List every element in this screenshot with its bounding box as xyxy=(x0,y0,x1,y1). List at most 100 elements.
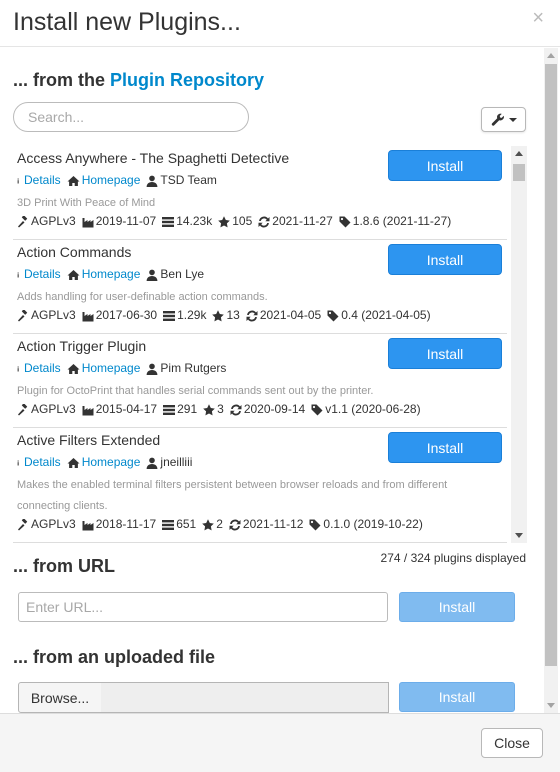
install-button[interactable]: Install xyxy=(388,150,502,181)
plugin-name: Active Filters Extended xyxy=(17,432,161,448)
plugin-stars: 2 xyxy=(216,517,223,531)
wrench-icon xyxy=(491,113,504,126)
tag-icon xyxy=(309,517,323,531)
created-icon xyxy=(82,308,96,322)
plugin-updated: 2021-04-05 xyxy=(259,308,322,322)
scroll-up-icon[interactable] xyxy=(515,151,523,156)
plugin-list: Access Anywhere - The Spaghetti Detectiv… xyxy=(13,146,527,543)
plugin-meta: AGPLv3 2019-11-07 14.23k 105 2021-11-27 1.8.6… xyxy=(17,214,451,228)
home-icon xyxy=(67,173,82,187)
plugin-list-item: Action Trigger Plugin Details Homepage Pim … xyxy=(13,334,507,428)
plugin-list-item: Access Anywhere - The Spaghetti Detectiv… xyxy=(13,146,507,240)
close-icon[interactable]: × xyxy=(532,8,544,28)
plugin-links: Details Homepage TSD Team xyxy=(17,173,217,187)
details-link[interactable]: Details xyxy=(24,361,61,375)
scroll-up-icon[interactable] xyxy=(547,53,555,58)
scroll-thumb[interactable] xyxy=(513,164,525,181)
plugin-list-item: Active Filters Extended Details Homepage jn… xyxy=(13,428,507,543)
plugin-list-scrollbar[interactable] xyxy=(511,146,527,543)
plugin-stars: 3 xyxy=(217,402,224,416)
star-icon xyxy=(203,402,217,416)
install-button[interactable]: Install xyxy=(388,338,502,369)
license-icon xyxy=(17,308,31,322)
plugin-updated: 2021-11-12 xyxy=(242,517,304,531)
plugin-name: Action Trigger Plugin xyxy=(17,338,147,354)
url-section-title: ... from URL xyxy=(13,556,115,576)
modal-scrollbar[interactable] xyxy=(544,48,558,713)
plugin-meta: AGPLv3 2017-06-30 1.29k 13 2021-04-05 0.4 (20… xyxy=(17,308,431,322)
plugin-downloads: 651 xyxy=(176,517,197,531)
details-link[interactable]: Details xyxy=(24,455,61,469)
plugin-license: AGPLv3 xyxy=(31,308,76,322)
modal-footer: Close xyxy=(0,713,560,772)
plugin-stars: 13 xyxy=(226,308,240,322)
plugin-description: Makes the enabled terminal filters persi… xyxy=(17,479,448,512)
file-section-title: ... from an uploaded file xyxy=(13,647,216,667)
created-icon xyxy=(82,402,96,416)
home-icon xyxy=(67,361,82,375)
info-icon xyxy=(17,173,24,187)
plugin-author: jneilliii xyxy=(160,455,193,469)
tag-icon xyxy=(327,308,341,322)
plugin-created: 2019-11-07 xyxy=(95,214,157,228)
info-icon xyxy=(17,361,24,375)
plugin-downloads: 1.29k xyxy=(177,308,207,322)
plugin-updated: 2020-09-14 xyxy=(243,402,306,416)
search-input[interactable] xyxy=(13,102,249,132)
details-link[interactable]: Details xyxy=(24,267,61,281)
homepage-link[interactable]: Homepage xyxy=(82,267,141,281)
user-icon xyxy=(146,267,160,281)
url-input[interactable] xyxy=(18,592,388,622)
downloads-icon xyxy=(162,214,176,228)
downloads-icon xyxy=(163,308,177,322)
refresh-icon xyxy=(246,308,260,322)
plugin-license: AGPLv3 xyxy=(31,402,76,416)
install-button[interactable]: Install xyxy=(388,432,502,463)
install-from-file-button[interactable]: Install xyxy=(399,682,515,712)
plugin-author: Ben Lye xyxy=(160,267,204,281)
info-icon xyxy=(17,267,24,281)
plugin-license: AGPLv3 xyxy=(31,214,76,228)
info-icon xyxy=(17,455,24,469)
tools-dropdown-button[interactable] xyxy=(481,107,526,132)
plugin-links: Details Homepage jneilliii xyxy=(17,455,192,469)
user-icon xyxy=(146,361,160,375)
plugin-meta: AGPLv3 2015-04-17 291 3 2020-09-14 v1.1 (2020… xyxy=(17,402,421,416)
plugin-license: AGPLv3 xyxy=(31,517,76,531)
repository-title-prefix: ... from the xyxy=(13,70,111,90)
plugin-description: Plugin for OctoPrint that handles serial… xyxy=(17,385,374,397)
refresh-icon xyxy=(258,214,272,228)
homepage-link[interactable]: Homepage xyxy=(82,455,141,469)
license-icon xyxy=(17,402,31,416)
homepage-link[interactable]: Homepage xyxy=(82,361,141,375)
browse-button[interactable]: Browse... xyxy=(18,682,102,713)
plugin-description: 3D Print With Peace of Mind xyxy=(17,197,156,209)
created-icon xyxy=(82,214,96,228)
user-icon xyxy=(146,455,160,469)
plugin-repository-link[interactable]: Plugin Repository xyxy=(110,70,264,90)
plugins-count: 274 / 324 plugins displayed xyxy=(380,551,526,565)
plugin-downloads: 14.23k xyxy=(176,214,213,228)
tag-icon xyxy=(339,214,353,228)
plugin-downloads: 291 xyxy=(177,402,198,416)
scroll-down-icon[interactable] xyxy=(515,533,523,538)
home-icon xyxy=(67,455,82,469)
scroll-thumb[interactable] xyxy=(545,64,557,666)
details-link[interactable]: Details xyxy=(24,173,61,187)
close-button[interactable]: Close xyxy=(481,728,543,758)
install-from-url-button[interactable]: Install xyxy=(399,592,515,622)
created-icon xyxy=(82,517,96,531)
star-icon xyxy=(212,308,226,322)
homepage-link[interactable]: Homepage xyxy=(82,173,141,187)
plugin-stars: 105 xyxy=(232,214,253,228)
home-icon xyxy=(67,267,82,281)
plugin-created: 2018-11-17 xyxy=(95,517,157,531)
plugin-release: 0.4 (2021-04-05) xyxy=(341,308,431,322)
tag-icon xyxy=(311,402,325,416)
install-button[interactable]: Install xyxy=(388,244,502,275)
star-icon xyxy=(202,517,216,531)
user-icon xyxy=(146,173,160,187)
scroll-down-icon[interactable] xyxy=(547,703,555,708)
plugin-updated: 2021-11-27 xyxy=(272,214,333,228)
modal-title: Install new Plugins... xyxy=(13,8,241,36)
